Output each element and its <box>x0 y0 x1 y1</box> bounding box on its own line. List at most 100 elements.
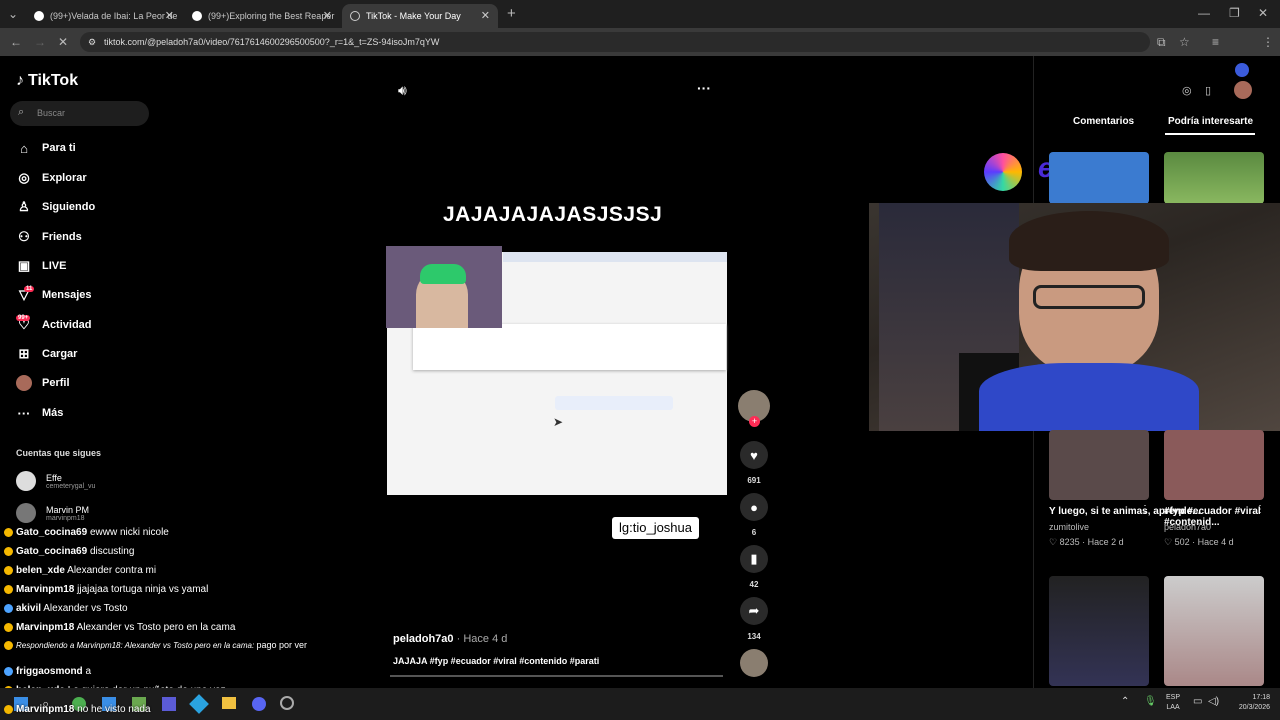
browser-menu-icon[interactable]: ⋮ <box>1262 35 1274 49</box>
share-button[interactable]: ➦ <box>740 597 768 625</box>
nav-explorar[interactable]: ◎ Explorar <box>16 167 86 189</box>
tiktok-favicon-icon <box>192 11 202 21</box>
share-icon: ➦ <box>748 603 760 618</box>
save-button[interactable]: ▮ <box>740 545 768 573</box>
chat-message: akivil Alexander vs Tosto <box>4 603 128 614</box>
chat-user: Gato_cocina69 <box>16 546 88 557</box>
rec-likes: 502 <box>1174 537 1190 547</box>
chat-text: a <box>85 666 92 677</box>
close-tab-icon[interactable]: ✕ <box>481 9 490 22</box>
tab-comentarios[interactable]: Comentarios <box>1073 116 1134 127</box>
search-icon: ⌕ <box>18 106 25 118</box>
rec-author[interactable]: peladoh7a0 <box>1164 522 1211 532</box>
chat-message: Gato_cocina69 discusting <box>4 546 134 557</box>
rec-thumbnail[interactable] <box>1164 430 1264 500</box>
heart-outline-icon: ♡ <box>1164 537 1173 547</box>
tray-chevron-icon[interactable]: ⌃ <box>1121 696 1129 707</box>
globe-favicon-icon <box>350 11 360 21</box>
tab-velada[interactable]: (99+)Velada de Ibai: La Peor de ✕ <box>26 4 182 28</box>
compass-top-icon[interactable]: ◎ <box>1182 84 1192 97</box>
more-options-icon[interactable]: ··· <box>697 80 711 96</box>
chat-badge-icon <box>4 622 13 632</box>
video-progress-bar[interactable] <box>390 675 723 677</box>
app-taskbar-icon[interactable] <box>162 697 176 711</box>
user-avatar[interactable] <box>1234 81 1252 99</box>
back-icon[interactable]: ← <box>10 35 22 49</box>
minimize-icon[interactable]: — <box>1198 6 1210 20</box>
following-icon: ♙ <box>18 199 30 214</box>
tab-search-icon[interactable]: ⌄ <box>8 7 18 21</box>
tab-podria-interesarte[interactable]: Podría interesarte <box>1168 116 1253 127</box>
network-icon[interactable]: ▭ <box>1193 696 1202 707</box>
video-author[interactable]: peladoh7a0 · Hace 4 d <box>393 633 507 645</box>
nav-perfil[interactable]: Perfil <box>16 372 70 394</box>
following-marvin[interactable]: Marvin PM marvinpm18 <box>16 500 89 526</box>
following-header: Cuentas que sigues <box>16 448 102 458</box>
url-input[interactable]: ⚙ tiktok.com/@peladoh7a0/video/761761460… <box>80 32 1150 52</box>
chat-user: friggaosmond <box>16 666 83 677</box>
volume-tray-icon[interactable]: ◁) <box>1208 696 1219 707</box>
rec-thumbnail[interactable] <box>1164 576 1264 686</box>
address-bar-row: ← → ✕ ⚙ tiktok.com/@peladoh7a0/video/761… <box>0 28 1280 77</box>
rec-thumbnail[interactable] <box>1164 152 1264 204</box>
new-tab-icon[interactable]: + <box>507 5 516 22</box>
search-placeholder: Buscar <box>37 108 66 118</box>
like-button[interactable]: ♥ <box>740 441 768 469</box>
rec-thumbnail[interactable] <box>1049 576 1149 686</box>
rec-thumbnail[interactable] <box>1049 152 1149 204</box>
nav-friends[interactable]: ⚇ Friends <box>16 226 82 248</box>
chat-message: Gato_cocina69 ewww nicki nicole <box>4 527 169 538</box>
nav-cargar[interactable]: ⊞ Cargar <box>16 343 78 365</box>
following-effe[interactable]: Effe cemeterygal_vu <box>16 468 95 494</box>
comment-button[interactable]: ● <box>740 493 768 521</box>
avatar <box>16 471 36 491</box>
language-indicator[interactable]: ESP LAA <box>1166 693 1180 713</box>
rec-thumbnail[interactable] <box>1049 430 1149 500</box>
comment-icon: ● <box>750 499 758 515</box>
reading-list-icon[interactable]: ≡ <box>1212 35 1219 49</box>
rec-more-icon[interactable]: ⋮ <box>1255 504 1265 515</box>
device-icon[interactable]: ▯ <box>1205 84 1211 97</box>
chat-user: belen_xde <box>16 565 65 576</box>
rec-more-icon[interactable]: ⋮ <box>1140 504 1150 515</box>
forward-icon[interactable]: → <box>34 35 46 49</box>
tiktok-logo[interactable]: ♪ TikTok <box>16 72 78 90</box>
cast-icon[interactable]: ⧉ <box>1157 35 1166 50</box>
tab-exploring[interactable]: (99+)Exploring the Best Reaper ✕ <box>184 4 340 28</box>
search-input[interactable]: ⌕ Buscar <box>10 101 149 126</box>
nav-live[interactable]: ▣ LIVE <box>16 255 67 277</box>
nav-label: Siguiendo <box>42 201 96 213</box>
store-taskbar-icon[interactable] <box>189 694 209 714</box>
close-tab-icon[interactable]: ✕ <box>165 9 174 22</box>
reply-icon <box>4 641 13 651</box>
rec-author[interactable]: zumitolive <box>1049 522 1089 532</box>
stop-loading-icon[interactable]: ✕ <box>58 35 68 49</box>
chat-badge-icon <box>4 603 13 613</box>
follow-plus-icon[interactable]: + <box>749 416 760 427</box>
tiktok-note-icon: ♪ <box>16 72 24 89</box>
site-info-icon[interactable]: ⚙ <box>88 32 96 52</box>
chat-user: akivil <box>16 603 42 614</box>
mic-tray-icon[interactable]: 🎙︎ <box>1144 696 1157 707</box>
maximize-icon[interactable]: ❐ <box>1229 6 1240 20</box>
close-tab-icon[interactable]: ✕ <box>323 9 332 22</box>
rec-time: Hace 2 d <box>1087 537 1124 547</box>
nav-mas[interactable]: ··· Más <box>16 402 64 424</box>
following-name: Effe <box>46 472 62 483</box>
volume-icon[interactable]: 🔊︎ <box>398 82 407 99</box>
bookmark-star-icon[interactable]: ☆ <box>1179 35 1190 49</box>
nav-siguiendo[interactable]: ♙ Siguiendo <box>16 196 95 218</box>
nav-para-ti[interactable]: ⌂ Para ti <box>16 137 76 159</box>
browser-tab-bar: ⌄ (99+)Velada de Ibai: La Peor de ✕ (99+… <box>0 0 1280 28</box>
music-disc-avatar[interactable] <box>740 649 768 677</box>
nav-label: Cargar <box>42 348 78 360</box>
clock-date: 20/3/2026 <box>1238 704 1270 711</box>
clock[interactable]: 17:18 20/3/2026 <box>1228 693 1270 713</box>
discord-taskbar-icon[interactable] <box>252 697 266 711</box>
obs-taskbar-icon[interactable] <box>280 696 294 710</box>
profile-avatar[interactable] <box>1235 63 1249 77</box>
explorer-taskbar-icon[interactable] <box>222 697 236 709</box>
close-window-icon[interactable]: ✕ <box>1258 6 1268 20</box>
share-count: 134 <box>747 632 761 641</box>
tab-tiktok-active[interactable]: TikTok - Make Your Day ✕ <box>342 4 498 28</box>
